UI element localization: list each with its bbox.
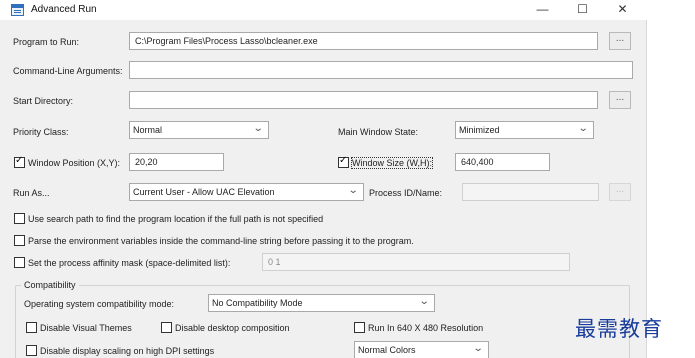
compat-mode-value: No Compatibility Mode bbox=[212, 298, 303, 308]
cmdline-label: Command-Line Arguments: bbox=[13, 66, 123, 76]
chevron-down-icon: ⌄ bbox=[252, 123, 264, 134]
compat-mode-select[interactable]: No Compatibility Mode ⌄ bbox=[208, 294, 435, 312]
close-button[interactable]: ✕ bbox=[606, 0, 639, 20]
run-as-select[interactable]: Current User - Allow UAC Elevation ⌄ bbox=[129, 183, 364, 201]
run-as-label: Run As... bbox=[13, 188, 50, 198]
window-title: Advanced Run bbox=[31, 4, 97, 15]
window-size-checkbox[interactable] bbox=[338, 155, 349, 168]
app-window-icon bbox=[11, 4, 24, 16]
priority-value: Normal bbox=[133, 125, 163, 135]
program-browse-button[interactable]: ... bbox=[609, 32, 631, 50]
disable-desktop-composition-label: Disable desktop composition bbox=[175, 323, 290, 333]
cmdline-input[interactable] bbox=[129, 61, 633, 79]
affinity-input[interactable]: 0 1 bbox=[262, 253, 570, 271]
title-bar[interactable]: Advanced Run — ☐ ✕ bbox=[0, 0, 647, 20]
chevron-down-icon: ⌄ bbox=[577, 123, 589, 134]
main-window-state-select[interactable]: Minimized ⌄ bbox=[455, 121, 594, 139]
program-input[interactable]: C:\Program Files\Process Lasso\bcleaner.… bbox=[129, 32, 598, 50]
process-id-browse-button[interactable]: ... bbox=[609, 183, 631, 201]
disable-desktop-composition-checkbox[interactable] bbox=[161, 322, 172, 333]
compat-mode-label: Operating system compatibility mode: bbox=[24, 299, 175, 309]
start-directory-browse-button[interactable]: ... bbox=[609, 91, 631, 109]
disable-visual-themes-label: Disable Visual Themes bbox=[40, 323, 132, 333]
watermark-text: 最需教育 bbox=[575, 317, 663, 341]
run-640x480-checkbox[interactable] bbox=[354, 322, 365, 333]
colors-value: Normal Colors bbox=[358, 345, 416, 355]
priority-select[interactable]: Normal ⌄ bbox=[129, 121, 269, 139]
chevron-down-icon: ⌄ bbox=[418, 296, 430, 307]
advanced-run-window: Advanced Run — ☐ ✕ Program to Run: C:\Pr… bbox=[0, 0, 647, 358]
chevron-down-icon: ⌄ bbox=[347, 185, 359, 196]
main-window-state-value: Minimized bbox=[459, 125, 500, 135]
minimize-button[interactable]: — bbox=[526, 0, 559, 20]
window-size-input[interactable]: 640,400 bbox=[455, 153, 550, 171]
main-window-state-label: Main Window State: bbox=[338, 127, 419, 137]
affinity-checkbox[interactable] bbox=[14, 257, 25, 268]
priority-label: Priority Class: bbox=[13, 127, 69, 137]
run-640x480-label: Run In 640 X 480 Resolution bbox=[368, 323, 484, 333]
parse-env-label: Parse the environment variables inside t… bbox=[28, 236, 414, 246]
window-size-label: Window Size (W,H): bbox=[350, 157, 434, 169]
start-directory-label: Start Directory: bbox=[13, 96, 74, 106]
compatibility-group-title: Compatibility bbox=[21, 280, 79, 290]
window-position-checkbox[interactable] bbox=[14, 155, 25, 168]
maximize-button[interactable]: ☐ bbox=[566, 0, 599, 20]
colors-select[interactable]: Normal Colors ⌄ bbox=[354, 341, 489, 358]
search-path-label: Use search path to find the program loca… bbox=[28, 214, 324, 224]
affinity-label: Set the process affinity mask (space-del… bbox=[28, 258, 231, 268]
process-id-label: Process ID/Name: bbox=[369, 188, 443, 198]
disable-dpi-scaling-label: Disable display scaling on high DPI sett… bbox=[40, 346, 215, 356]
start-directory-input[interactable] bbox=[129, 91, 598, 109]
disable-dpi-scaling-checkbox[interactable] bbox=[26, 345, 37, 356]
parse-env-checkbox[interactable] bbox=[14, 235, 25, 246]
program-label: Program to Run: bbox=[13, 37, 80, 47]
disable-visual-themes-checkbox[interactable] bbox=[26, 322, 37, 333]
window-position-label: Window Position (X,Y): bbox=[28, 158, 121, 168]
window-position-input[interactable]: 20,20 bbox=[129, 153, 224, 171]
run-as-value: Current User - Allow UAC Elevation bbox=[133, 187, 275, 197]
process-id-input[interactable] bbox=[462, 183, 599, 201]
chevron-down-icon: ⌄ bbox=[472, 343, 484, 354]
search-path-checkbox[interactable] bbox=[14, 213, 25, 224]
